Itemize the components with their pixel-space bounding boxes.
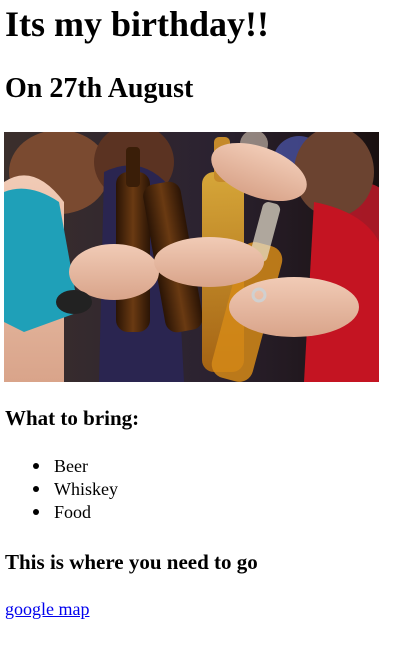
list-item-label: Beer <box>54 456 88 476</box>
bullet-icon <box>33 486 39 492</box>
bullet-icon <box>33 463 39 469</box>
bullet-icon <box>33 509 39 515</box>
list-item: Food <box>0 501 118 524</box>
bring-list: Beer Whiskey Food <box>0 455 118 524</box>
list-item: Beer <box>0 455 118 478</box>
list-item-label: Food <box>54 502 92 522</box>
page-title: Its my birthday!! <box>5 4 270 44</box>
list-item: Whiskey <box>0 478 118 501</box>
location-heading: This is where you need to go <box>5 550 258 574</box>
date-heading: On 27th August <box>5 73 194 104</box>
list-item-label: Whiskey <box>54 479 118 499</box>
google-map-link[interactable]: google map <box>5 598 89 621</box>
party-photo-icon <box>4 132 379 382</box>
bring-heading: What to bring: <box>5 406 140 430</box>
page: Its my birthday!! On 27th August What to… <box>0 0 413 661</box>
